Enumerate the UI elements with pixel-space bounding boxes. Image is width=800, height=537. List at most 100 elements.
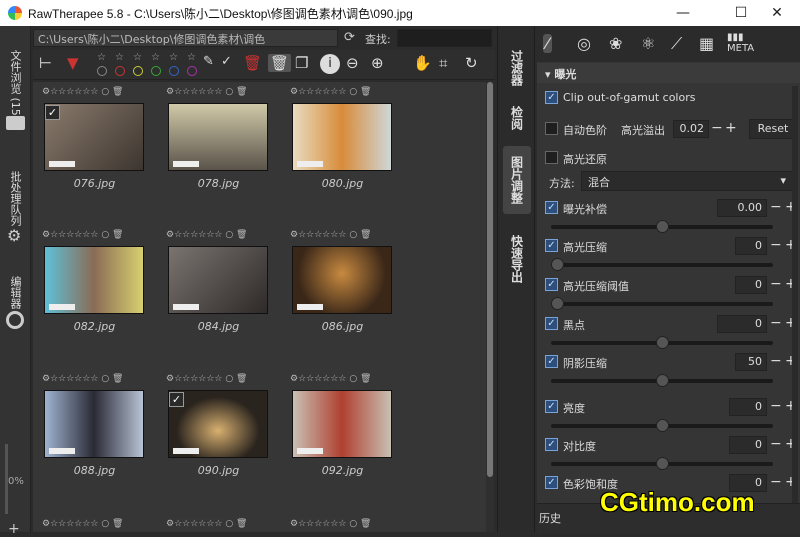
black-checkbox[interactable]: ✓: [545, 317, 558, 330]
contrast-input[interactable]: 0: [729, 436, 767, 454]
minus-icon[interactable]: −: [770, 474, 782, 490]
thumbnail-cell[interactable]: ⚙☆☆☆☆☆☆ ○ 🗑 ✓ 090.jpg: [166, 374, 284, 499]
trash-view-icon[interactable]: 🗑: [268, 54, 292, 72]
raw-tool-icon[interactable]: ▦: [699, 34, 714, 53]
exposure-comp-input[interactable]: 0.00: [717, 199, 767, 217]
thumbnail-rating-bar[interactable]: ⚙☆☆☆☆☆☆ ○ 🗑: [42, 519, 160, 533]
thumbnail-cell[interactable]: ⚙☆☆☆☆☆☆ ○ 🗑 ✓ 076.jpg: [42, 87, 160, 212]
star-filter-icon[interactable]: ☆: [187, 52, 196, 63]
brightness-slider[interactable]: [551, 419, 773, 432]
slider-knob[interactable]: [655, 220, 669, 233]
color-tool-icon[interactable]: ❀: [609, 34, 622, 53]
thumbnail-rating-bar[interactable]: ⚙☆☆☆☆☆☆ ○ 🗑: [166, 374, 284, 388]
exposure-section-header[interactable]: ▾ 曝光: [537, 63, 800, 83]
tab-filter[interactable]: 过滤器: [503, 40, 531, 95]
thumbnail-image[interactable]: [292, 390, 392, 458]
shadow-comp-slider[interactable]: [551, 374, 773, 387]
thumbnail-cell[interactable]: ⚙☆☆☆☆☆☆ ○ 🗑 086.jpg: [290, 230, 408, 355]
star-filter-icon[interactable]: ☆: [151, 52, 160, 63]
no-color-label-icon[interactable]: [97, 66, 107, 76]
thumbnail-cell[interactable]: ⚙☆☆☆☆☆☆ ○ 🗑 078.jpg: [166, 87, 284, 212]
hl-threshold-checkbox[interactable]: ✓: [545, 278, 558, 291]
tab-quick-export[interactable]: 快速导出: [503, 226, 531, 291]
thumbnail-rating-bar[interactable]: ⚙☆☆☆☆☆☆ ○ 🗑: [290, 374, 408, 388]
thumbnail-cell[interactable]: ⚙☆☆☆☆☆☆ ○ 🗑 082.jpg: [42, 230, 160, 355]
black-slider[interactable]: [551, 336, 773, 349]
minus-icon[interactable]: −: [770, 436, 782, 452]
shadow-comp-input[interactable]: 50: [735, 353, 767, 371]
hl-compression-slider[interactable]: [551, 258, 773, 271]
brightness-input[interactable]: 0: [729, 398, 767, 416]
minus-icon[interactable]: −: [770, 276, 782, 292]
saturation-checkbox[interactable]: ✓: [545, 476, 558, 489]
thumbnail-image[interactable]: [168, 103, 268, 171]
thumbnail-rating-bar[interactable]: ⚙☆☆☆☆☆☆ ○ 🗑: [42, 230, 160, 244]
hand-tool-icon[interactable]: ✋: [413, 54, 432, 72]
thumbnail-cell[interactable]: ⚙☆☆☆☆☆☆ ○ 🗑 084.jpg: [166, 230, 284, 355]
hl-compression-input[interactable]: 0: [735, 237, 767, 255]
slider-knob[interactable]: [655, 419, 669, 432]
info-icon[interactable]: i: [320, 54, 340, 74]
tab-inspect[interactable]: 检阅: [503, 98, 531, 138]
refresh-icon[interactable]: ⟳: [344, 30, 355, 45]
black-input[interactable]: 0: [717, 315, 767, 333]
copy-icon[interactable]: ❐: [295, 54, 308, 72]
thumbnail-cell[interactable]: ⚙☆☆☆☆☆☆ ○ 🗑 092.jpg: [290, 374, 408, 499]
thumbnail-image[interactable]: [44, 390, 144, 458]
browser-scrollbar[interactable]: [486, 82, 494, 532]
thumbnail-image[interactable]: [168, 246, 268, 314]
thumbnail-rating-bar[interactable]: ⚙☆☆☆☆☆☆ ○ 🗑: [42, 374, 160, 388]
exposure-comp-checkbox[interactable]: ✓: [545, 201, 558, 214]
filter-toggle-icon[interactable]: ⊢: [39, 54, 52, 72]
slider-knob[interactable]: [551, 258, 564, 271]
reset-button[interactable]: Reset: [749, 119, 797, 139]
clip-oog-checkbox[interactable]: ✓: [545, 91, 558, 104]
slider-knob[interactable]: [655, 374, 669, 387]
tool-panel-scrollbar[interactable]: [792, 86, 798, 516]
hl-compression-checkbox[interactable]: ✓: [545, 239, 558, 252]
minus-icon[interactable]: −: [770, 353, 782, 369]
star-filter-icon[interactable]: ☆: [169, 52, 178, 63]
star-filter-icon[interactable]: ☆: [115, 52, 124, 63]
trash-filter-icon[interactable]: 🗑: [243, 54, 262, 72]
unrated-filter-icon[interactable]: ▼: [67, 54, 79, 72]
purple-label-icon[interactable]: [187, 66, 197, 76]
thumbnail-rating-bar[interactable]: ⚙☆☆☆☆☆☆ ○ 🗑: [290, 87, 408, 101]
contrast-slider[interactable]: [551, 457, 773, 470]
path-field[interactable]: C:\Users\陈小二\Desktop\修图调色素材\调色: [33, 29, 338, 47]
metadata-tool-icon[interactable]: ▮▮▮ META: [727, 32, 754, 54]
thumbnail-rating-bar[interactable]: ⚙☆☆☆☆☆☆ ○ 🗑: [166, 87, 284, 101]
minus-icon[interactable]: −: [770, 237, 782, 253]
thumbnail-image[interactable]: [44, 246, 144, 314]
highlight-clip-input[interactable]: 0.02: [673, 120, 709, 138]
hl-threshold-slider[interactable]: [551, 297, 773, 310]
highlight-recon-checkbox[interactable]: [545, 151, 558, 164]
thumbnail-rating-bar[interactable]: ⚙☆☆☆☆☆☆ ○ 🗑: [42, 87, 160, 101]
advanced-tool-icon[interactable]: ⚛: [641, 34, 655, 53]
crop-tool-icon[interactable]: ⌗: [439, 54, 447, 72]
green-label-icon[interactable]: [151, 66, 161, 76]
scrollbar-thumb[interactable]: [487, 82, 493, 477]
thumbnail-image[interactable]: [292, 103, 392, 171]
star-filter-icon[interactable]: ☆: [133, 52, 142, 63]
tab-image-adjust[interactable]: 图片调整: [503, 146, 531, 214]
plus-icon[interactable]: +: [725, 120, 737, 136]
exposure-comp-slider[interactable]: [551, 220, 773, 233]
minimize-button[interactable]: —: [660, 0, 706, 26]
hl-threshold-input[interactable]: 0: [735, 276, 767, 294]
contrast-checkbox[interactable]: ✓: [545, 438, 558, 451]
slider-knob[interactable]: [655, 457, 669, 470]
slider-knob[interactable]: [655, 336, 669, 349]
star-filter-icon[interactable]: ☆: [97, 52, 106, 63]
minus-icon[interactable]: −: [770, 199, 782, 215]
thumbnail-rating-bar[interactable]: ⚙☆☆☆☆☆☆ ○ 🗑: [290, 230, 408, 244]
red-label-icon[interactable]: [115, 66, 125, 76]
find-input[interactable]: [397, 29, 492, 47]
exposure-tool-icon[interactable]: ⁄: [543, 34, 552, 53]
edited-filter-icon[interactable]: ✎: [203, 54, 214, 69]
transform-tool-icon[interactable]: ⟋: [671, 34, 682, 54]
thumbnail-rating-bar[interactable]: ⚙☆☆☆☆☆☆ ○ 🗑: [166, 230, 284, 244]
thumbnail-rating-bar[interactable]: ⚙☆☆☆☆☆☆ ○ 🗑: [166, 519, 284, 533]
saved-filter-icon[interactable]: ✓: [221, 54, 232, 69]
minus-icon[interactable]: −: [711, 120, 723, 136]
